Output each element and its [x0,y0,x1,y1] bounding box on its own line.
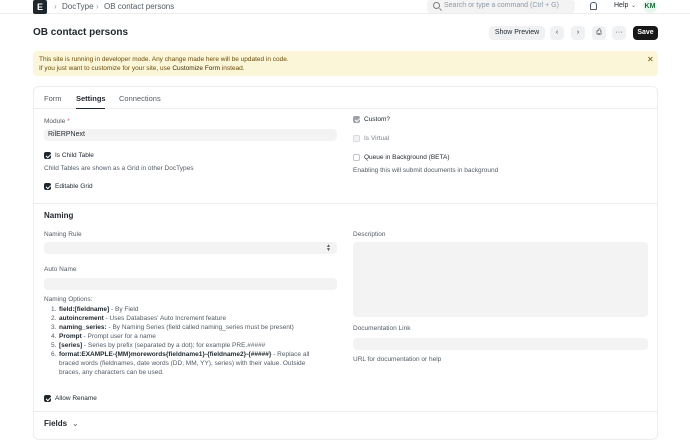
option-keyword: naming_series: [59,324,107,331]
required-indicator: * [67,118,70,125]
bell-icon[interactable] [590,2,597,10]
editable-grid-checkbox[interactable] [44,183,51,190]
option-keyword: autoincrement [59,315,104,322]
fields-section-title[interactable]: Fields [44,419,67,428]
tab-form[interactable]: Form [44,94,62,103]
auto-name-label: Auto Name [44,266,77,273]
breadcrumb-chevron-icon: › [54,2,57,11]
tab-connections[interactable]: Connections [119,94,161,103]
queue-in-background-label: Queue in Background (BETA) [364,154,450,161]
show-preview-button[interactable]: Show Preview [489,26,545,40]
developer-mode-alert: This site is running in developer mode. … [33,51,658,76]
queue-in-background-checkbox[interactable] [353,154,360,161]
active-tab-indicator [76,108,105,109]
allow-rename-checkbox[interactable] [44,395,51,402]
naming-option-2: 2. autoincrement - Uses Databases' Auto I… [51,314,227,323]
print-button[interactable]: ⎙ [592,26,606,40]
next-button[interactable]: › [571,26,585,40]
documentation-link-label: Documentation Link [353,325,411,332]
close-icon[interactable]: ✕ [647,55,654,64]
queue-in-background-hint: Enabling this will submit documents in b… [353,167,499,174]
option-text: - By Field [109,306,139,313]
chevron-left-icon: ‹ [555,29,559,36]
auto-name-input[interactable] [44,278,337,290]
chevron-down-icon[interactable]: ⌄ [72,419,79,428]
naming-option-1: 1. field:[fieldname] - By Field [51,305,139,314]
naming-option-5: 5. [series] - Series by prefix (separated… [51,341,266,350]
custom-checkbox [353,116,360,123]
search-bar[interactable]: Search or type a command (Ctrl + G) [427,0,575,13]
naming-option-3: 3. naming_series: - By Naming Series (fie… [51,323,294,332]
alert-line-2: If you just want to customize for your s… [39,65,245,72]
section-divider [34,411,657,412]
alert-text: If you just want to customize for your s… [39,65,173,72]
module-label-text: Module [44,118,66,125]
naming-option-6: 6. format:EXAMPLE-{MM}morewords{fieldname… [51,350,310,359]
is-virtual-label: Is Virtual [364,135,390,142]
tab-settings[interactable]: Settings [76,94,106,103]
page-title: OB contact persons [33,27,129,38]
section-divider [34,203,657,204]
module-input[interactable]: RilERPNext [44,129,337,141]
breadcrumb-current[interactable]: OB contact persons [104,2,174,11]
option-text: - Replace all [271,351,310,358]
chevron-down-icon: ⌄ [631,3,637,9]
breadcrumb-doctype[interactable]: DocType [62,2,94,11]
option-keyword: format:EXAMPLE-{MM}morewords{fieldname1}… [59,351,272,358]
option-text: - Prompt user for a name [81,333,156,340]
naming-options-title: Naming Options: [44,296,93,303]
option-number: 3. [51,324,57,331]
custom-label: Custom? [364,116,391,123]
breadcrumb-chevron-icon: › [96,2,99,11]
navbar: E › DocType › OB contact persons Search … [0,0,690,14]
previous-button[interactable]: ‹ [550,26,564,40]
customize-form-link[interactable]: Customize Form [172,65,220,72]
option-number: 2. [51,315,57,322]
form-card: Form Settings Connections Module * RilER… [33,86,658,440]
alert-line-1: This site is running in developer mode. … [39,56,289,63]
app-logo[interactable]: E [33,0,47,14]
module-label: Module * [44,118,70,125]
naming-option-4: 4. Prompt - Prompt user for a name [51,332,156,341]
alert-text: instead. [220,65,245,72]
option-number: 5. [51,342,57,349]
more-menu-button[interactable]: ··· [612,26,626,40]
documentation-link-hint: URL for documentation or help [353,356,442,363]
search-placeholder: Search or type a command (Ctrl + G) [444,2,559,9]
naming-option-6-continued: braces, any characters can be used. [59,369,164,376]
more-icon: ··· [615,29,623,36]
naming-option-6-continued: braced words (fieldnames, date words (DD… [59,360,306,367]
is-virtual-checkbox [353,135,360,142]
is-child-table-label: Is Child Table [55,152,94,159]
naming-rule-label: Naming Rule [44,231,82,238]
option-number: 1. [51,306,57,313]
option-text: - Uses Databases' Auto Increment feature [103,315,227,322]
chevron-right-icon: › [576,29,580,36]
option-number: 4. [51,333,57,340]
naming-section-title[interactable]: Naming [44,211,73,220]
search-icon [433,2,440,9]
option-number: 6. [51,351,57,358]
option-text: - By Naming Series (field called naming_… [106,324,294,331]
editable-grid-label: Editable Grid [55,183,93,190]
naming-rule-select[interactable]: ▲ ▼ [44,242,337,254]
save-button[interactable]: Save [633,26,658,40]
description-textarea[interactable] [353,242,648,317]
is-child-table-hint: Child Tables are shown as a Grid in othe… [44,165,194,172]
option-keyword: field:[fieldname] [59,306,110,313]
printer-icon: ⎙ [596,29,602,36]
help-menu[interactable]: Help [614,2,628,9]
documentation-link-input[interactable] [353,338,648,350]
description-label: Description [353,231,386,238]
option-keyword: [series] [59,342,83,349]
select-arrows-icon: ▲ ▼ [326,243,331,253]
form-tabs: Form Settings Connections [34,87,657,109]
avatar[interactable]: KM [643,0,657,13]
option-text: - Series by prefix (separated by a dot);… [82,342,266,349]
option-keyword: Prompt [59,333,82,340]
allow-rename-label: Allow Rename [55,395,97,402]
is-child-table-checkbox[interactable] [44,152,51,159]
